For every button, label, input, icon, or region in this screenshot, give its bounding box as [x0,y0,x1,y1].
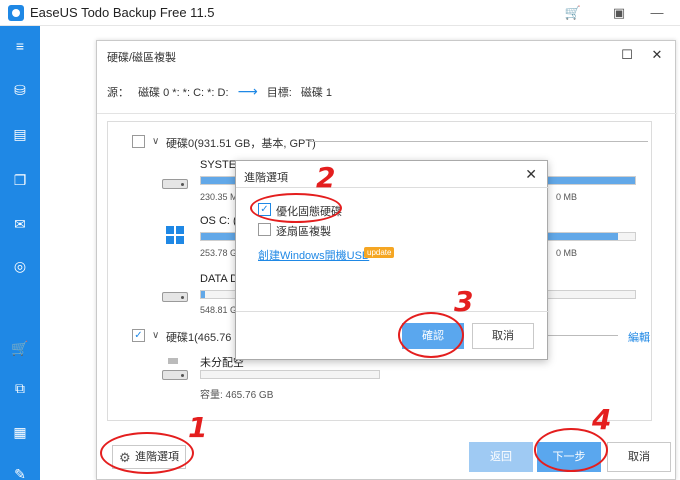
back-button[interactable]: 返回 [469,442,533,472]
target-icon[interactable]: ◎ [0,254,40,278]
partition-size: 548.81 G [200,305,238,315]
target-label: 目標: [266,87,292,99]
disk0-divider [308,141,648,142]
edit-link[interactable]: 編輯 [628,329,650,345]
update-badge: update [364,247,395,258]
maximize-icon[interactable]: ☐ [617,45,637,65]
menu-icon[interactable]: ≡ [0,34,40,58]
clone-icon[interactable]: ⧉ [0,376,40,400]
disk1-checkbox[interactable]: ✓ [132,329,145,342]
wrench-icon[interactable]: ✎ [0,462,40,480]
app-titlebar: EaseUS Todo Backup Free 11.5 🛒 ▣ — [0,0,680,26]
sector-clone-label: 逐扇區複製 [276,226,331,238]
source-target-line: 源： 磁碟 0 *: *: C: *: D: ⟶ 目標: 磁碟 1 [107,83,338,100]
partition-size-target: 0 MB [556,248,578,258]
advanced-options-dialog: 進階選項 ✕ ✓ 優化固態硬碟 逐扇區複製 創建Windows開機USB upd… [235,160,549,360]
annotation-number: 2 [316,161,336,194]
tools-icon[interactable]: ▦ [0,420,40,444]
sidebar: ≡ ⛁ ▤ ❐ ✉ ◎ 🛒 ⧉ ▦ ✎ [0,26,40,480]
partition-size: 253.78 G [200,248,238,258]
chevron-down-icon[interactable]: ∨ [152,330,159,341]
disk-backup-icon[interactable]: ⛁ [0,78,40,102]
drive-icon [162,292,188,302]
dialog-title: 硬碟/磁區複製 [107,52,177,64]
partition-size: 230.35 M [200,192,238,202]
app-logo-icon [8,5,24,21]
partition-size-target: 0 MB [556,192,578,202]
unallocated-bar [200,370,380,379]
cancel-button[interactable]: 取消 [607,442,671,472]
close-icon[interactable]: ✕ [647,45,667,65]
target-value: 磁碟 1 [300,87,333,99]
cart-icon[interactable]: 🛒 [0,336,40,360]
divider [236,187,549,188]
create-usb-link[interactable]: 創建Windows開機USB [258,247,369,263]
partition-usage-fill [201,291,206,298]
popup-title: 進階選項 [244,172,288,184]
drive-icon [162,370,188,380]
annotation-number: 4 [592,403,612,436]
usb-connector-icon [168,358,178,364]
unallocated-capacity: 容量: 465.76 GB [200,390,274,401]
divider [97,113,677,114]
arrow-right-icon: ⟶ [237,83,258,99]
sector-clone-checkbox[interactable] [258,223,271,236]
close-icon[interactable]: ✕ [525,166,537,183]
disk1-label: 硬碟1(465.76 G [166,332,244,344]
source-label: 源： [107,87,129,99]
annotation-circle [100,432,194,474]
divider [236,311,549,312]
drive-icon [162,179,188,189]
disk0-checkbox[interactable] [132,135,145,148]
chevron-down-icon[interactable]: ∨ [152,136,159,147]
annotation-circle [250,193,342,223]
partition-name: DATA D [200,273,239,285]
windows-logo-icon [166,226,184,244]
mail-backup-icon[interactable]: ✉ [0,212,40,236]
dropdown-icon[interactable]: ▣ [610,4,628,22]
file-backup-icon[interactable]: ❐ [0,168,40,192]
app-title: EaseUS Todo Backup Free 11.5 [30,5,215,20]
disk0-label: 硬碟0(931.51 GB，基本, GPT) [166,138,316,150]
annotation-number: 1 [188,411,208,444]
minimize-icon[interactable]: — [648,4,666,22]
source-value: 磁碟 0 *: *: C: *: D: [138,87,229,99]
system-backup-icon[interactable]: ▤ [0,122,40,146]
popup-cancel-button[interactable]: 取消 [472,323,534,349]
annotation-circle [398,312,464,358]
cart-icon[interactable]: 🛒 [564,4,582,22]
annotation-number: 3 [454,285,474,318]
